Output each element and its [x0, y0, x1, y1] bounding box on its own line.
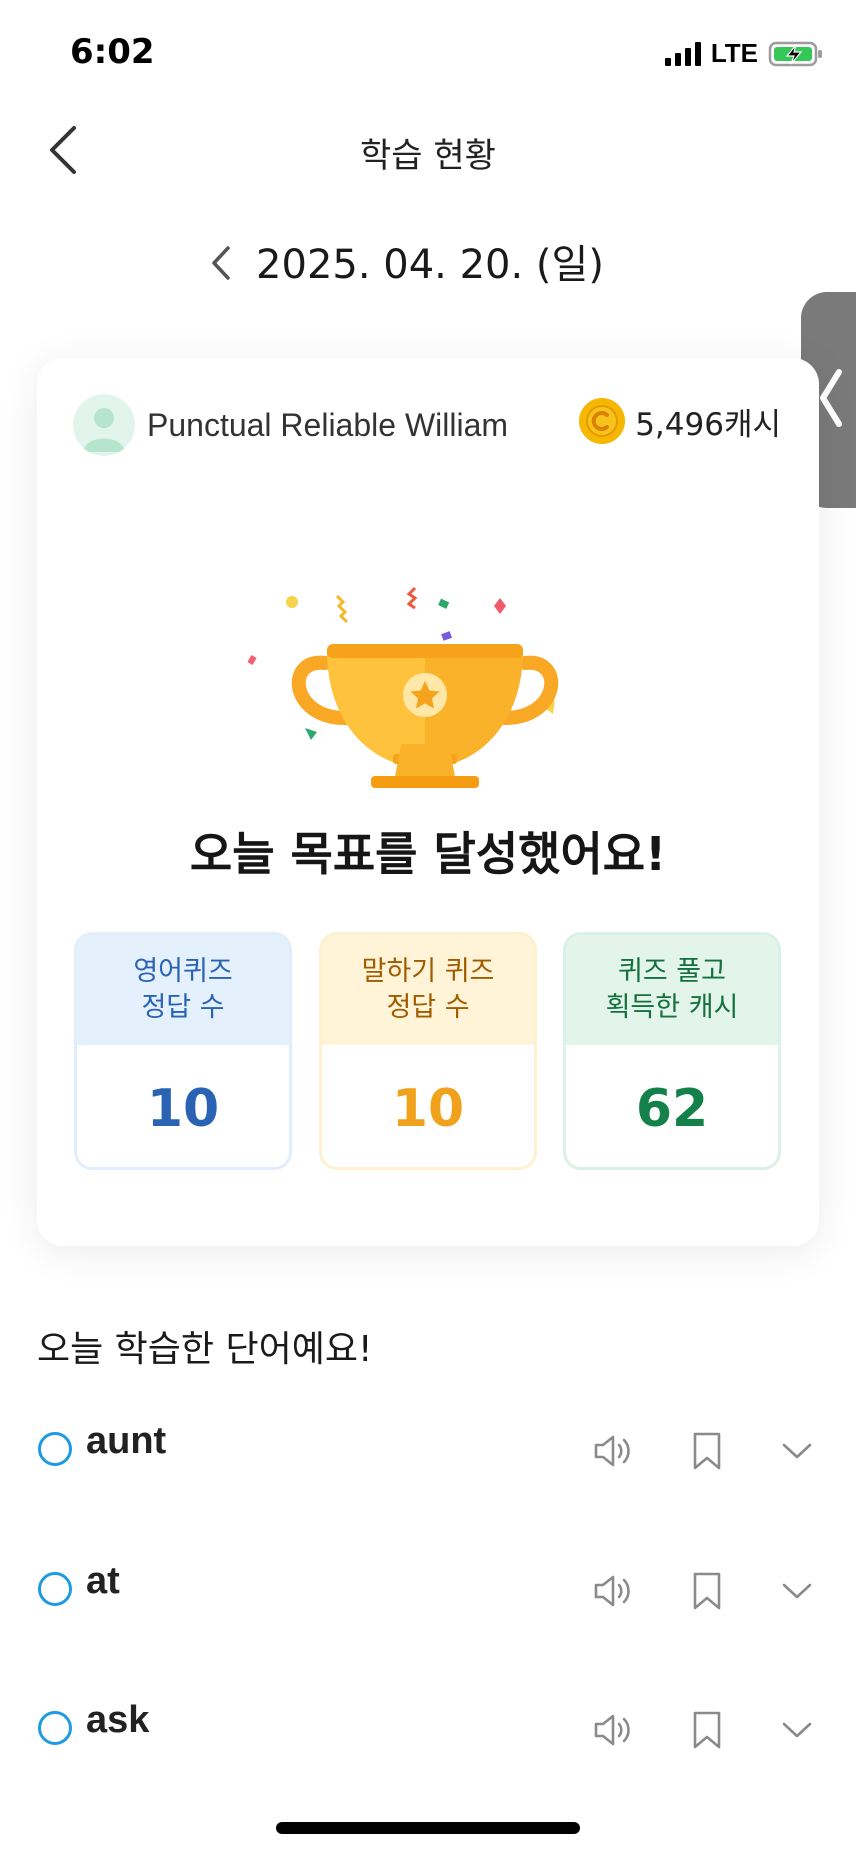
current-date: 2025. 04. 20. (일) [256, 242, 604, 288]
stat-label-line1: 말하기 퀴즈 [361, 956, 495, 987]
stat-label: 영어퀴즈정답 수 [77, 935, 289, 1045]
stat-label-line2: 정답 수 [141, 992, 225, 1023]
stat-speaking-quiz: 말하기 퀴즈정답 수 10 [319, 932, 537, 1170]
word-check-circle[interactable] [38, 1572, 72, 1606]
stat-label: 말하기 퀴즈정답 수 [322, 935, 534, 1045]
home-indicator [276, 1822, 580, 1834]
word-check-circle[interactable] [38, 1432, 72, 1466]
section-title: 오늘 학습한 단어예요! [37, 1329, 373, 1370]
stat-value: 10 [391, 1079, 465, 1139]
chevron-left-icon [212, 246, 230, 280]
chevron-down-icon[interactable] [774, 1707, 820, 1753]
word-text: at [86, 1560, 120, 1602]
word-row[interactable]: aunt [0, 1410, 856, 1490]
avatar [73, 394, 135, 456]
page-title: 학습 현황 [360, 136, 496, 176]
cash-balance: 5,496캐시 [579, 398, 781, 444]
word-text: ask [86, 1699, 150, 1741]
user-info: Punctual Reliable William [73, 394, 508, 456]
stat-label-line1: 영어퀴즈 [133, 956, 233, 987]
stat-label-line1: 퀴즈 풀고 [618, 956, 726, 987]
previous-date-button[interactable] [200, 238, 240, 288]
chevron-down-icon[interactable] [774, 1428, 820, 1474]
trophy-icon [247, 586, 559, 788]
stat-label-line2: 획득한 캐시 [605, 992, 739, 1023]
bookmark-icon[interactable] [684, 1707, 730, 1753]
chevron-left-icon [820, 369, 842, 427]
bookmark-icon[interactable] [684, 1568, 730, 1614]
network-label: LTE [710, 38, 758, 68]
battery-icon [768, 41, 822, 66]
cash-amount: 5,496캐시 [635, 406, 781, 443]
user-icon [83, 408, 125, 452]
speaker-icon[interactable] [590, 1707, 636, 1753]
word-row[interactable]: ask [0, 1689, 856, 1769]
chevron-down-icon[interactable] [774, 1568, 820, 1614]
coin-icon [579, 398, 626, 444]
goal-message: 오늘 목표를 달성했어요! [189, 827, 667, 881]
stat-earned-cash: 퀴즈 풀고획득한 캐시 62 [563, 932, 781, 1170]
word-text: aunt [86, 1420, 167, 1462]
stat-label: 퀴즈 풀고획득한 캐시 [566, 935, 778, 1045]
speaker-icon[interactable] [590, 1568, 636, 1614]
status-bar: 6:02 LTE [0, 0, 856, 100]
status-indicators: LTE [664, 38, 824, 69]
achievement-card: Punctual Reliable William 5,496캐시 오늘 목표를… [37, 358, 819, 1246]
status-time: 6:02 [70, 32, 155, 72]
stat-value: 10 [146, 1079, 220, 1139]
word-row[interactable]: at [0, 1550, 856, 1630]
stat-english-quiz: 영어퀴즈정답 수 10 [74, 932, 292, 1170]
word-check-circle[interactable] [38, 1711, 72, 1745]
stat-label-line2: 정답 수 [386, 992, 470, 1023]
stat-value: 62 [635, 1079, 709, 1139]
speaker-icon[interactable] [590, 1428, 636, 1474]
bookmark-icon[interactable] [684, 1428, 730, 1474]
signal-icon [664, 41, 701, 66]
user-name: Punctual Reliable William [147, 406, 509, 443]
